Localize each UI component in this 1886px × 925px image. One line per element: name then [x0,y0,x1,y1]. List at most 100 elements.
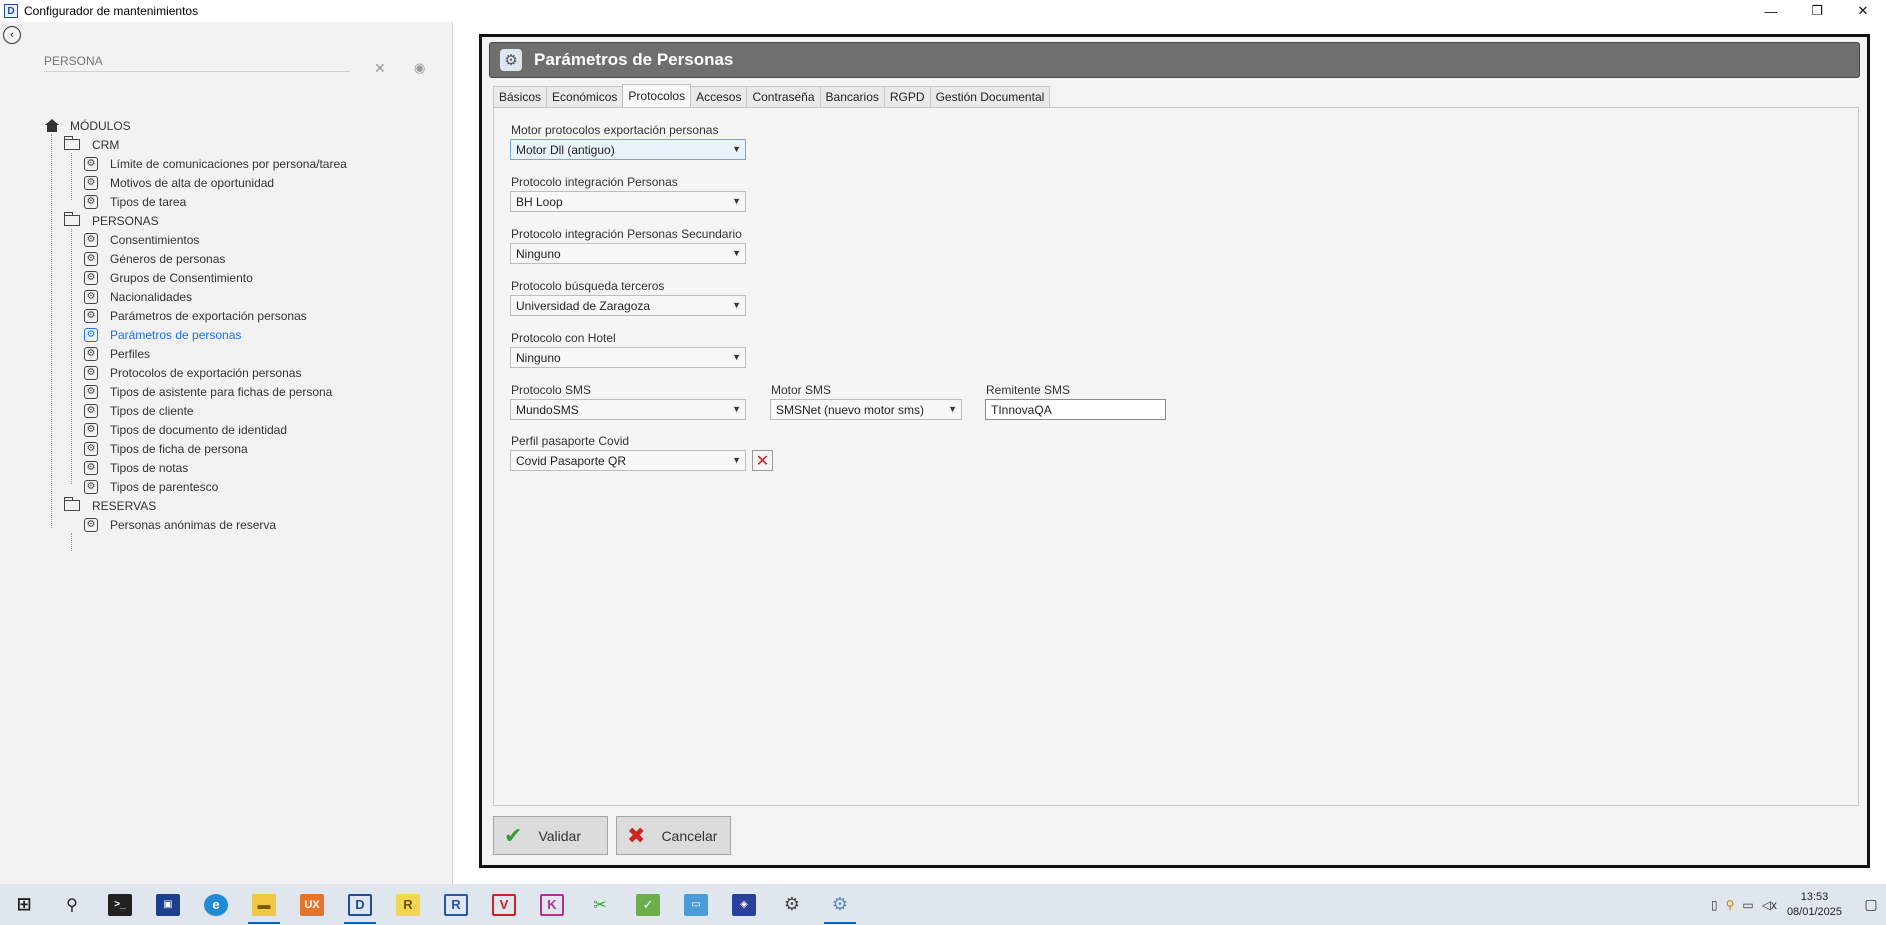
gear-icon: ⚙ [84,441,98,456]
windows-logo-icon: ⊞ [16,894,32,914]
r-app-icon: R [396,893,420,916]
folder-icon [64,136,80,150]
motor-export-select[interactable]: Motor Dll (antiguo) ▼ [510,139,746,160]
search-icon: ⚲ [66,896,78,914]
integracion-sec-label: Protocolo integración Personas Secundari… [511,227,742,241]
gear-icon: ⚙ [84,194,98,209]
tree-item[interactable]: ⚙ Motivos de alta de oportunidad [44,173,444,192]
tree-item[interactable]: ⚙ Grupos de Consentimiento [44,268,444,287]
gear-icon: ⚙ [84,365,98,380]
tab-basicos[interactable]: Básicos [493,86,548,107]
tree-item[interactable]: ⚙ Tipos de ficha de persona [44,439,444,458]
cancelar-button[interactable]: ✖ Cancelar [616,816,731,855]
taskbar-chart[interactable]: ✓ [624,884,672,925]
covid-select[interactable]: Covid Pasaporte QR ▼ [510,450,746,471]
tree-item[interactable]: ⚙ Tipos de asistente para fichas de perso… [44,382,444,401]
page-title: Parámetros de Personas [534,50,734,69]
gear-icon: ⚙ [84,175,98,190]
tree-item[interactable]: ⚙ Personas anónimas de reserva [44,515,444,534]
usb-icon[interactable]: ▯ [1711,898,1718,912]
tree-connector [71,533,72,551]
taskbar-tools[interactable]: ✂ [576,884,624,925]
eye-icon[interactable]: ◉ [414,60,425,76]
taskbar-config[interactable]: ⚙ [816,884,864,925]
tree-item[interactable]: ⚙ Tipos de documento de identidad [44,420,444,439]
tree-item[interactable]: ⚙ Parámetros de exportación personas [44,306,444,325]
restore-button[interactable]: ❐ [1794,0,1840,22]
tree-folder-personas[interactable]: PERSONAS [44,211,444,230]
network-icon[interactable]: ▭ [1742,898,1753,912]
close-button[interactable]: ✕ [1840,0,1886,22]
taskbar-terminal[interactable]: >_ [96,884,144,925]
clock-time: 13:53 [1800,890,1829,903]
integracion-sec-select[interactable]: Ninguno ▼ [510,243,746,264]
taskbar-ux[interactable]: UX [288,884,336,925]
back-arrow-icon[interactable]: ‹ [3,26,21,44]
taskbar-search[interactable]: ⚲ [48,884,96,925]
remitente-input[interactable]: TInnovaQA [985,399,1166,420]
taskbar-screen[interactable]: ▭ [672,884,720,925]
folder-icon: ▬ [252,893,276,916]
folder-icon [64,497,80,511]
tab-contrasena[interactable]: Contraseña [746,86,821,107]
taskbar-r-yellow[interactable]: R [384,884,432,925]
notification-icon[interactable]: ▢ [1856,896,1886,913]
tab-strip: Básicos Económicos Protocolos Accesos Co… [493,84,1051,107]
clear-covid-button[interactable]: ✕ [752,450,773,471]
tray-icons: ▯ ⚲ ▭ ◁x [1711,898,1777,912]
tab-gestion-documental[interactable]: Gestión Documental [929,86,1051,107]
hotel-select[interactable]: Ninguno ▼ [510,347,746,368]
chevron-down-icon: ▼ [732,144,741,154]
taskbar-edge[interactable]: e [192,884,240,925]
tab-economicos[interactable]: Económicos [546,86,624,107]
taskbar-explorer[interactable]: ▬ [240,884,288,925]
tree-item[interactable]: ⚙ Tipos de parentesco [44,477,444,496]
integracion-select[interactable]: BH Loop ▼ [510,191,746,212]
tree-item[interactable]: ⚙ Consentimientos [44,230,444,249]
tab-protocolos[interactable]: Protocolos [622,84,692,107]
start-button[interactable]: ⊞ [0,884,48,925]
sms-select[interactable]: MundoSMS ▼ [510,399,746,420]
taskbar-k[interactable]: K [528,884,576,925]
tree-item[interactable]: ⚙ Tipos de tarea [44,192,444,211]
tree-item[interactable]: ⚙ Protocolos de exportación personas [44,363,444,382]
tree-item-active[interactable]: ⚙ Parámetros de personas [44,325,444,344]
tab-bancarios[interactable]: Bancarios [819,86,885,107]
minimize-button[interactable]: — [1748,0,1794,22]
tree-folder-crm[interactable]: CRM [44,135,444,154]
sms-label: Protocolo SMS [511,383,592,397]
tree-item[interactable]: ⚙ Géneros de personas [44,249,444,268]
tab-accesos[interactable]: Accesos [690,86,748,107]
taskbar-cube[interactable]: ◈ [720,884,768,925]
edge-icon: e [204,893,228,916]
taskbar-monitor[interactable]: ▣ [144,884,192,925]
tree-root[interactable]: MÓDULOS [44,116,444,135]
tab-rgpd[interactable]: RGPD [883,86,931,107]
taskbar-settings[interactable]: ⚙ [768,884,816,925]
search-input[interactable] [44,50,350,71]
d-app-icon: D [348,893,372,916]
taskbar-d-app[interactable]: D [336,884,384,925]
chevron-down-icon: ▼ [732,404,741,414]
volume-muted-icon[interactable]: ◁x [1762,898,1777,912]
motor-sms-select[interactable]: SMSNet (nuevo motor sms) ▼ [770,399,962,420]
tree-item[interactable]: ⚙ Tipos de cliente [44,401,444,420]
motor-export-label: Motor protocolos exportación personas [511,123,719,137]
tree-item[interactable]: ⚙ Nacionalidades [44,287,444,306]
validar-button[interactable]: ✔ Validar [493,816,608,855]
gear-icon: ⚙ [84,156,98,171]
busqueda-select[interactable]: Universidad de Zaragoza ▼ [510,295,746,316]
clock[interactable]: 13:53 08/01/2025 [1787,890,1842,920]
gear-icon: ⚙ [84,232,98,247]
taskbar-v[interactable]: V [480,884,528,925]
tools-icon: ✂ [593,896,607,914]
tree-item[interactable]: ⚙ Perfiles [44,344,444,363]
taskbar-r-blue[interactable]: R [432,884,480,925]
clear-search-icon[interactable]: ✕ [374,60,386,77]
window-controls: — ❐ ✕ [1748,0,1886,22]
tree-folder-reservas[interactable]: RESERVAS [44,496,444,515]
search-box [44,50,350,72]
search-tray-icon[interactable]: ⚲ [1726,898,1735,912]
tree-item[interactable]: ⚙ Límite de comunicaciones por persona/t… [44,154,444,173]
tree-item[interactable]: ⚙ Tipos de notas [44,458,444,477]
